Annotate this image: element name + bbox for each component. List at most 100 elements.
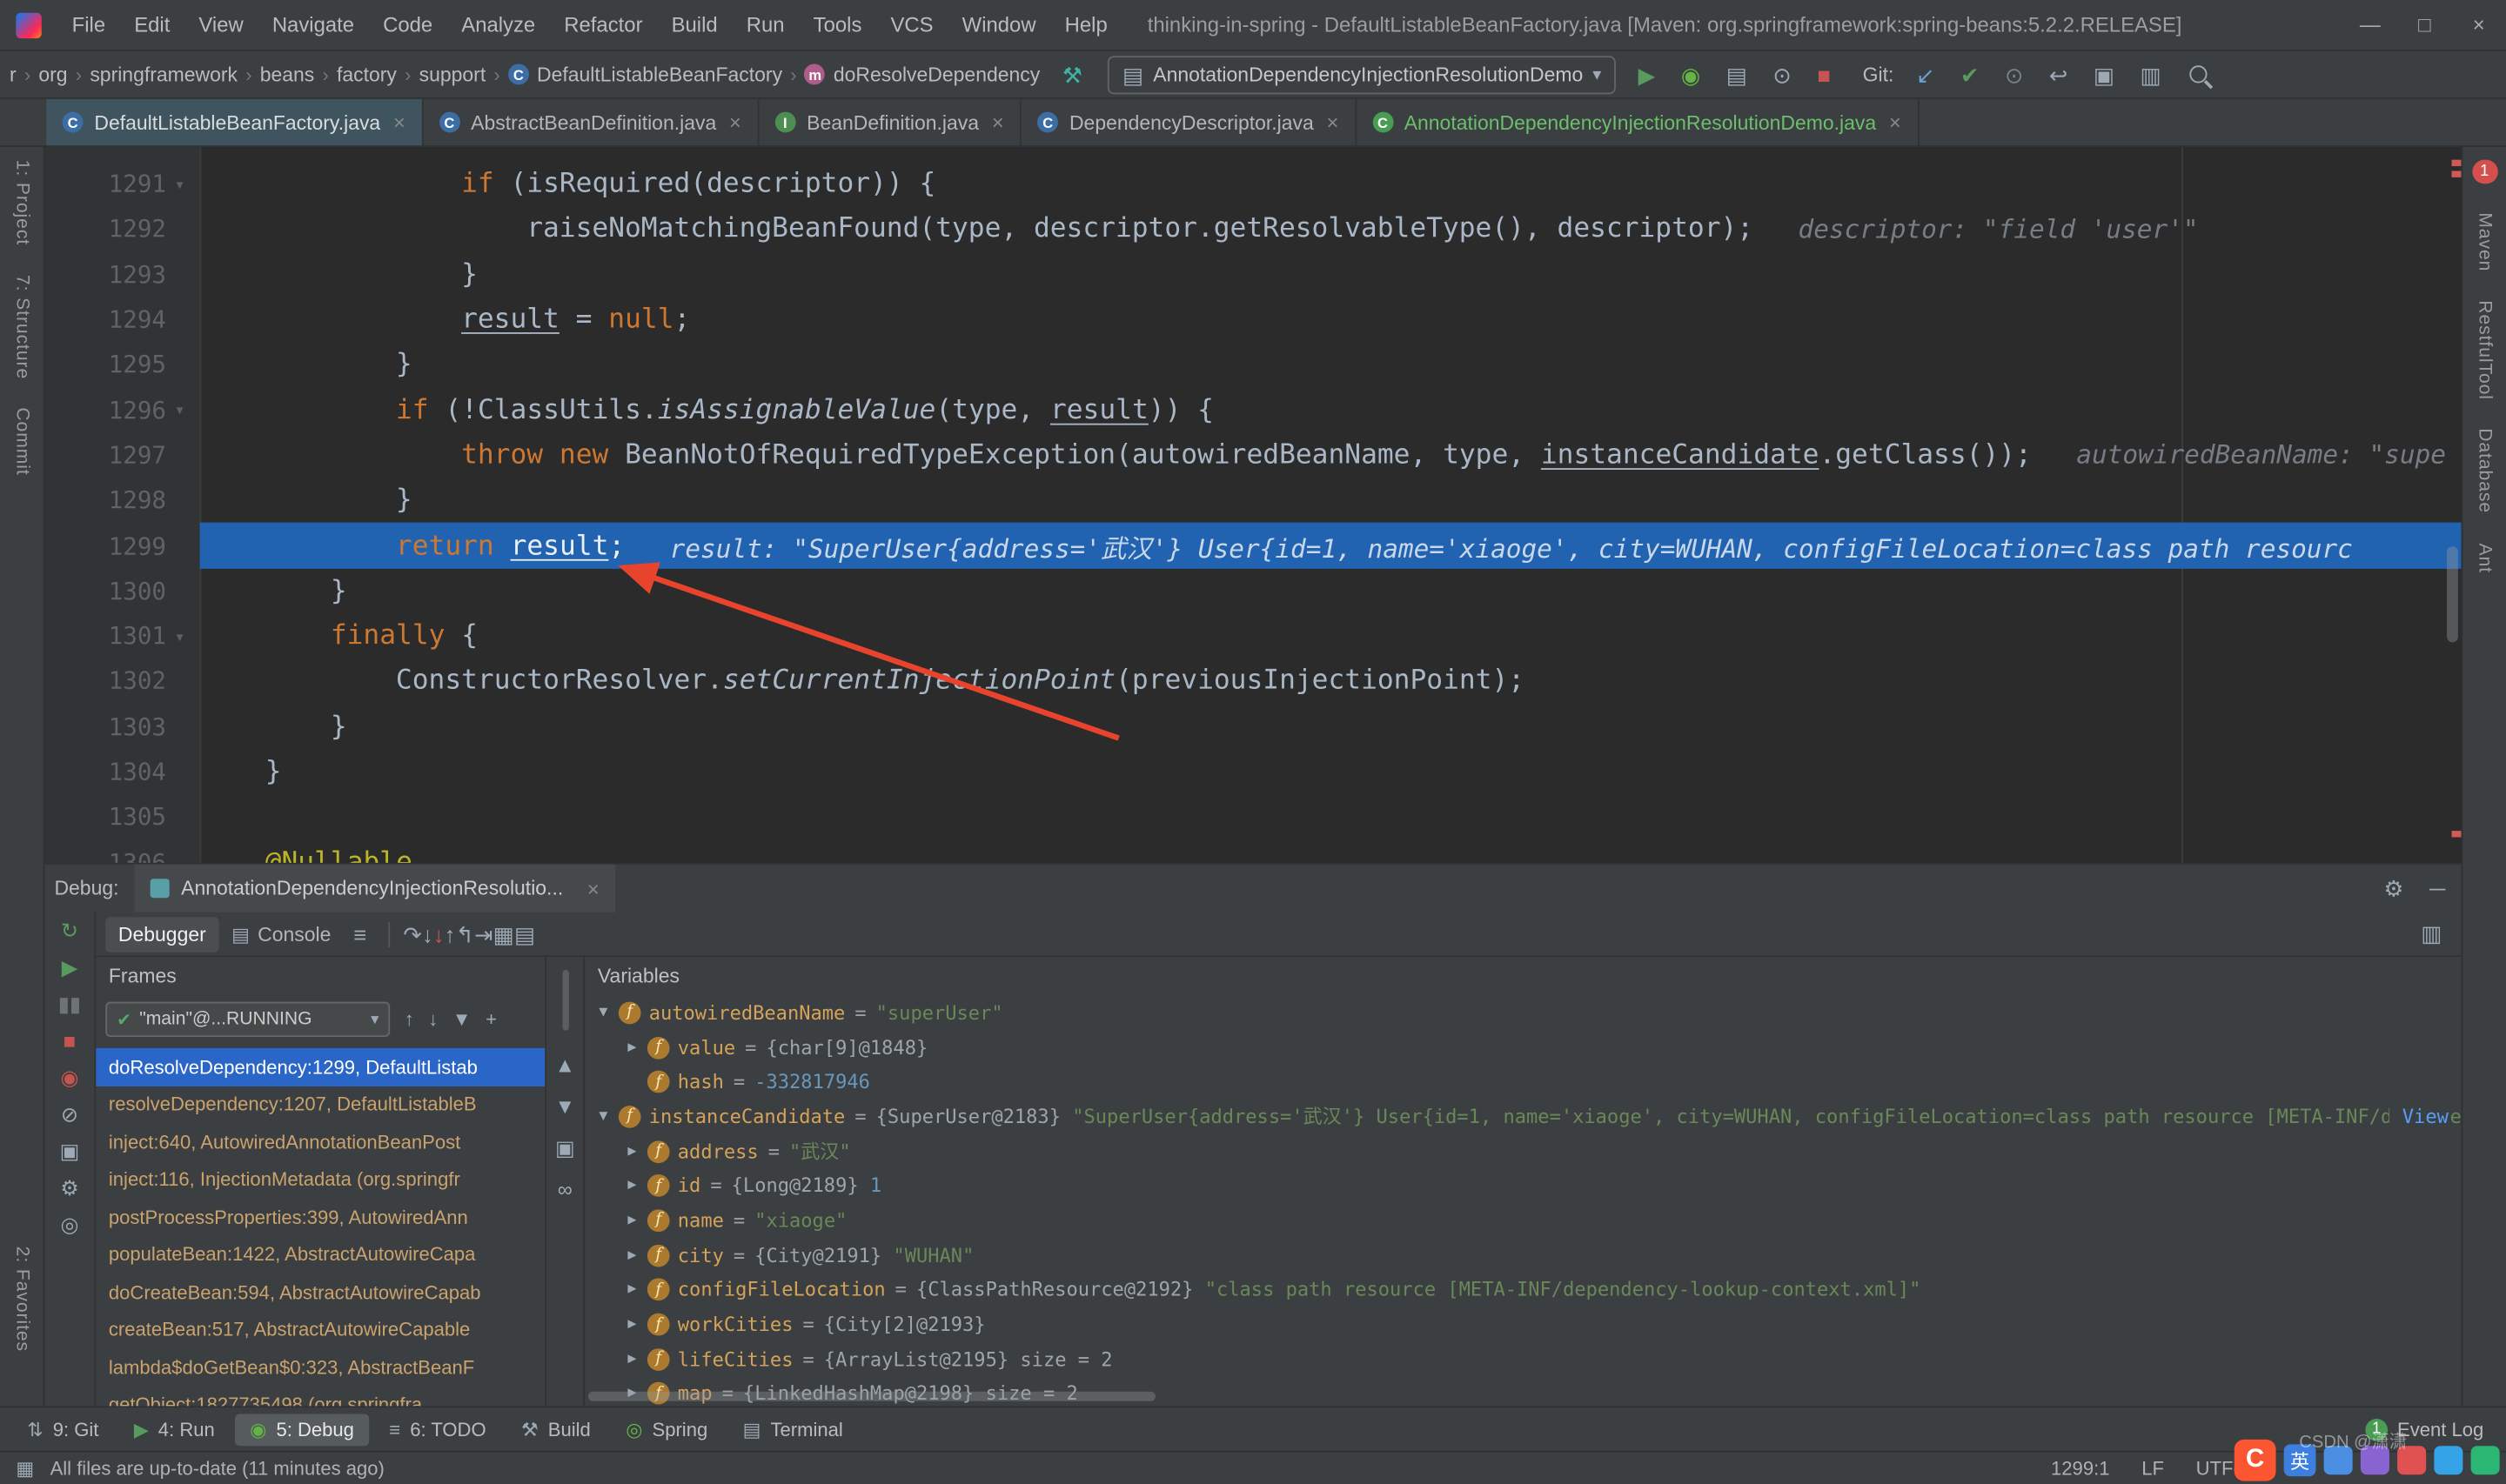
close-tab-icon[interactable]: × [992,110,1004,135]
line-number-gutter[interactable]: 1302 [44,658,199,704]
stack-frame[interactable]: lambda$doGetBean$0:323, AbstractBeanF [96,1348,545,1386]
mute-breakpoints-icon[interactable]: ⊘ [61,1104,78,1125]
update-project-icon[interactable]: ↙ [1906,64,1945,86]
editor-tab[interactable]: C AnnotationDependencyInjectionResolution… [1357,98,1920,146]
menu-build[interactable]: Build [657,13,732,37]
variable-row[interactable]: ▼ f instanceCandidate = {SuperUser@2183} "Su… [585,1100,2462,1134]
frames-scrollbar[interactable] [561,969,568,1031]
editor-tab[interactable]: C AbstractBeanDefinition.java × [423,98,760,146]
history-icon[interactable]: ⊙ [1995,64,2034,86]
code-text[interactable]: @Nullable [200,839,2462,863]
line-number-gutter[interactable]: 1293 [44,251,199,297]
menu-vcs[interactable]: VCS [876,13,948,37]
variable-row[interactable]: ▶ f lifeCities = {ArrayList@2195} size = 2 [585,1342,2461,1377]
line-number-gutter[interactable]: 1298 [44,478,199,523]
toolwindow-button-ant[interactable]: Ant [2475,543,2494,572]
debug-session-tab[interactable]: AnnotationDependencyInjectionResolutio..… [134,864,616,912]
close-tab-icon[interactable]: × [393,110,405,135]
toolwindow-button-commit[interactable]: Commit [12,407,31,475]
close-tab-icon[interactable]: × [587,876,600,900]
stop-icon[interactable]: ■ [64,1031,76,1052]
stack-frame[interactable]: resolveDependency:1207, DefaultListableB [96,1086,545,1123]
toolwindow-button-maven[interactable]: Maven [2475,212,2494,271]
settings-gear-icon[interactable]: ⚙ [2384,875,2404,902]
error-stripe-mark[interactable] [2451,170,2462,177]
run-icon[interactable]: ▶ [1629,64,1665,86]
run-toolwindow[interactable]: ▶ 4: Run [119,1414,229,1446]
step-out-icon[interactable]: ↑ [445,923,456,946]
breadcrumb-item-doresolvedependency[interactable]: m doResolveDependency [804,64,1040,85]
stack-frame[interactable]: getObject:1827735498 (org.springfra [96,1386,545,1406]
shelve-icon[interactable]: ▣ [2084,64,2124,86]
scroll-down-icon[interactable]: ▼ [554,1096,575,1117]
line-number-gutter[interactable]: 1297 [44,432,199,478]
minimize-button[interactable]: — [2343,13,2397,37]
variable-row[interactable]: ▶ f configFileLocation = {ClassPathResource@… [585,1273,2461,1307]
breadcrumb-item-springframework[interactable]: springframework [90,64,238,86]
line-number-gutter[interactable]: 1292 [44,206,199,251]
line-number-gutter[interactable]: 1296 ▾ [44,387,199,432]
code-text[interactable]: } [200,251,2462,297]
menu-edit[interactable]: Edit [120,13,184,37]
toolwindow-button-favorites[interactable]: 2: Favorites [12,1247,31,1352]
expand-toggle-icon[interactable]: ▶ [620,1143,645,1159]
thread-select[interactable]: ✔ "main"@...RUNNING ▾ [105,1001,391,1038]
breadcrumb-item-factory[interactable]: factory [337,64,397,86]
variable-row[interactable]: ▶ f id = {Long@2189} 1 [585,1168,2461,1203]
code-text[interactable]: ConstructorResolver. setCurrentInjectionP… [200,658,2462,704]
toolwindow-switcher-icon[interactable]: ▦ [16,1457,34,1480]
error-stripe-mark[interactable] [2451,831,2462,838]
code-text[interactable]: if (!ClassUtils. isAssignableValue (type, … [200,387,2462,432]
line-number-gutter[interactable]: 1305 [44,794,199,839]
evaluate-expression-icon[interactable]: ▦ [493,923,514,946]
fold-icon[interactable]: ▾ [166,399,193,420]
variable-row[interactable]: ▼ f autowiredBeanName = "superUser" [585,995,2461,1030]
breadcrumb-item-support[interactable]: support [419,64,486,86]
menu-refactor[interactable]: Refactor [550,13,657,37]
variable-row[interactable]: ▶ f city = {City@2191} "WUHAN" [585,1238,2461,1273]
rerun-icon[interactable]: ↻ [61,920,78,941]
pause-icon[interactable]: ▮▮ [58,993,81,1014]
close-tab-icon[interactable]: × [1326,110,1338,135]
menu-navigate[interactable]: Navigate [258,13,368,37]
pin-icon[interactable]: ◎ [60,1214,78,1235]
breadcrumb-item-defaultlistablebeanfactory[interactable]: C DefaultListableBeanFactory [507,64,782,85]
code-text[interactable]: return result; result: "SuperUser{address… [199,523,2462,569]
expand-toggle-icon[interactable]: ▶ [620,1213,645,1228]
debug-toolwindow[interactable]: ◉ 5: Debug [235,1413,369,1446]
drop-frame-icon[interactable]: ↰ [456,923,475,946]
line-number-gutter[interactable]: 1303 [44,704,199,749]
frame-down-icon[interactable]: ↓ [428,1010,438,1029]
expand-toggle-icon[interactable]: ▶ [620,1247,645,1263]
line-number-gutter[interactable]: 1295 [44,342,199,387]
breadcrumb-item-org[interactable]: org [38,64,67,86]
async-stacks-icon[interactable]: ∞ [558,1180,573,1200]
stack-frame[interactable]: populateBean:1422, AbstractAutowireCapa [96,1236,545,1273]
todo-toolwindow[interactable]: ≡ 6: TODO [375,1414,500,1446]
stack-frame[interactable]: createBean:517, AbstractAutowireCapable [96,1311,545,1348]
code-text[interactable]: } [200,704,2462,749]
close-button[interactable]: × [2452,13,2506,37]
toolwindow-button-project[interactable]: 1: Project [12,160,31,245]
view-menu-icon[interactable]: ≡ [344,923,376,946]
menu-analyze[interactable]: Analyze [447,13,550,37]
line-number-gutter[interactable]: 1299 [44,523,199,568]
expand-toggle-icon[interactable]: ▶ [620,1282,645,1298]
menu-help[interactable]: Help [1050,13,1122,37]
coverage-grid-icon[interactable]: ▤ [514,923,535,946]
stack-frame[interactable]: inject:116, InjectionMetadata (org.sprin… [96,1160,545,1198]
step-over-icon[interactable]: ↷ [403,923,422,946]
variable-row[interactable]: ▶ f workCities = {City[2]@2193} [585,1307,2461,1342]
stack-frame[interactable]: doCreateBean:594, AbstractAutowireCapab [96,1273,545,1311]
code-text[interactable]: } [200,342,2462,387]
stop-icon[interactable]: ■ [1807,64,1840,86]
view-breakpoints-icon[interactable]: ◉ [60,1067,78,1088]
copy-stack-icon[interactable]: ▣ [555,1138,575,1159]
expand-toggle-icon[interactable]: ▼ [592,1005,616,1020]
view-tab-debugger[interactable]: Debugger [105,916,219,952]
stack-frame[interactable]: inject:640, AutowiredAnnotationBeanPost [96,1123,545,1160]
frame-up-icon[interactable]: ↑ [405,1010,414,1029]
editor-scrollbar[interactable] [2447,546,2458,643]
maximize-button[interactable]: □ [2397,13,2451,37]
menu-code[interactable]: Code [369,13,447,37]
